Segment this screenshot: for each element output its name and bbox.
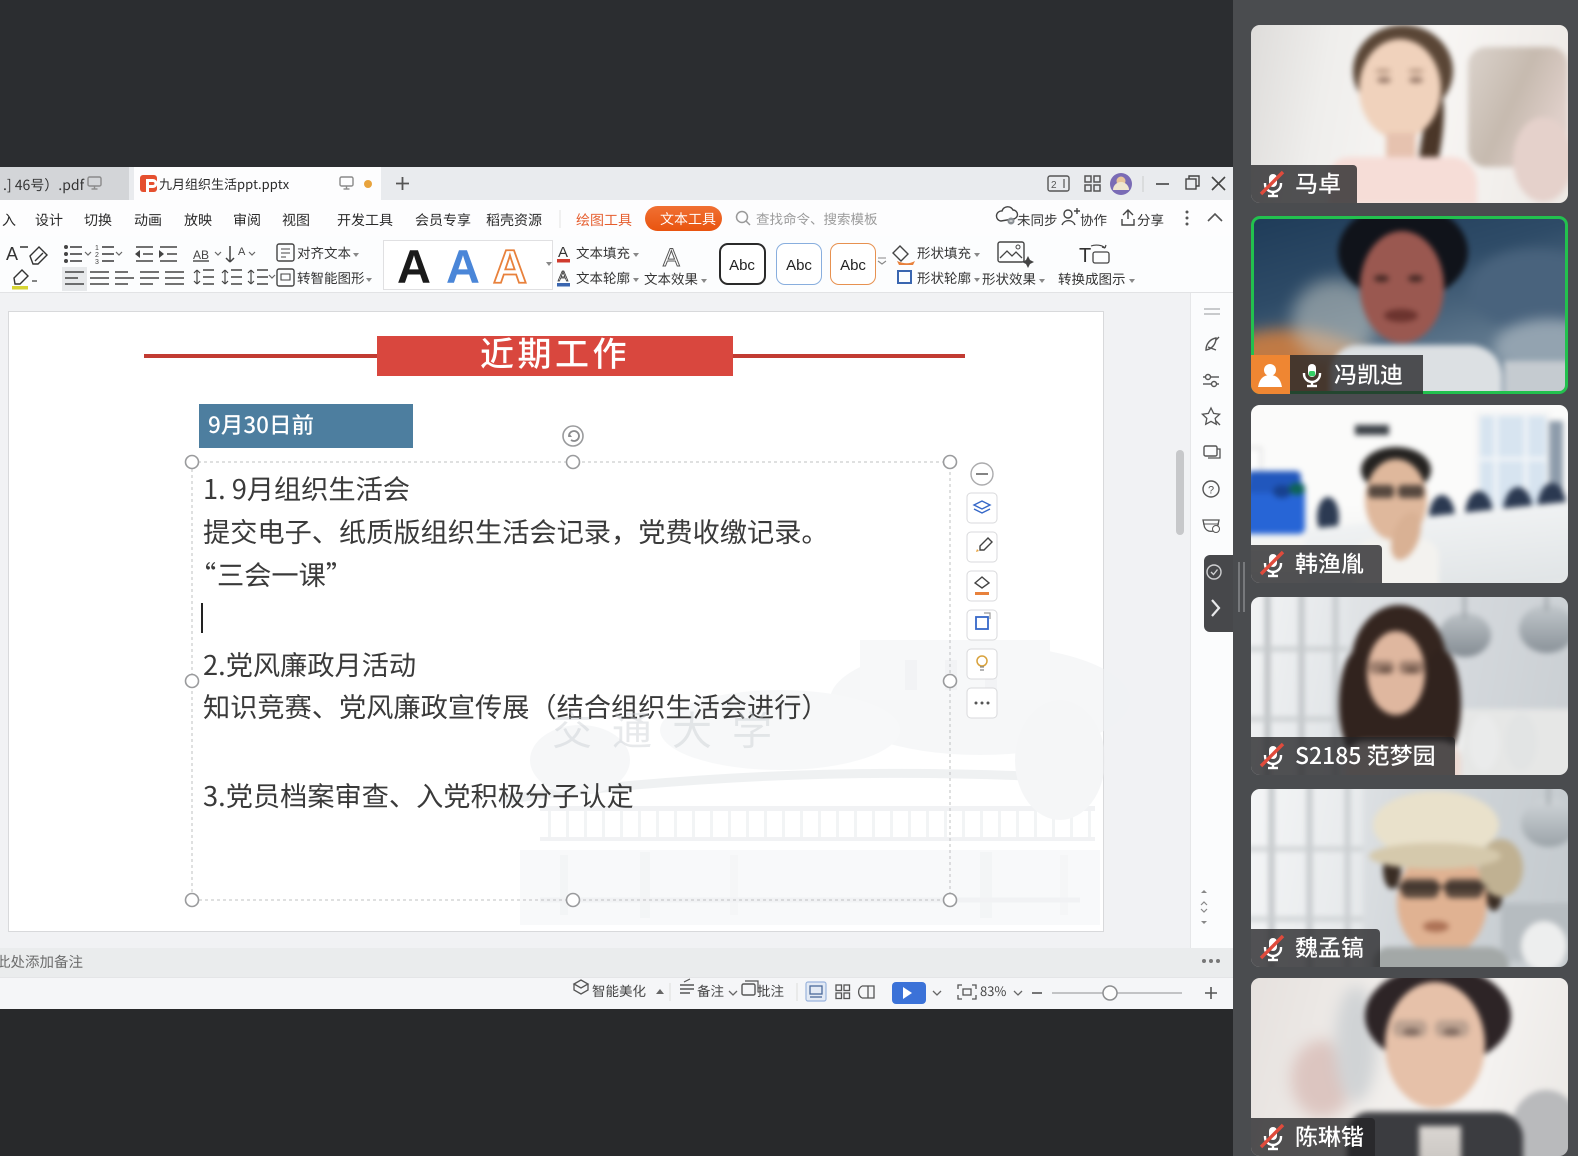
svg-text:Abc: Abc xyxy=(840,257,866,274)
svg-text:AB: AB xyxy=(193,248,209,262)
svg-text:2: 2 xyxy=(1051,180,1057,191)
svg-text:Abc: Abc xyxy=(786,257,812,274)
svg-text:A: A xyxy=(238,246,246,258)
svg-text:Abc: Abc xyxy=(729,257,755,274)
svg-text:A: A xyxy=(397,240,431,293)
svg-text:?: ? xyxy=(1208,485,1214,497)
svg-text:A: A xyxy=(558,268,568,285)
svg-text:3: 3 xyxy=(95,259,99,266)
svg-text:A: A xyxy=(663,244,680,272)
svg-text:A: A xyxy=(493,240,527,293)
svg-text:1: 1 xyxy=(95,245,99,252)
svg-text:2: 2 xyxy=(95,252,99,259)
svg-text:A: A xyxy=(6,244,18,264)
svg-text:A: A xyxy=(446,240,480,293)
svg-text:T: T xyxy=(1079,245,1091,267)
svg-text:A: A xyxy=(558,244,568,261)
